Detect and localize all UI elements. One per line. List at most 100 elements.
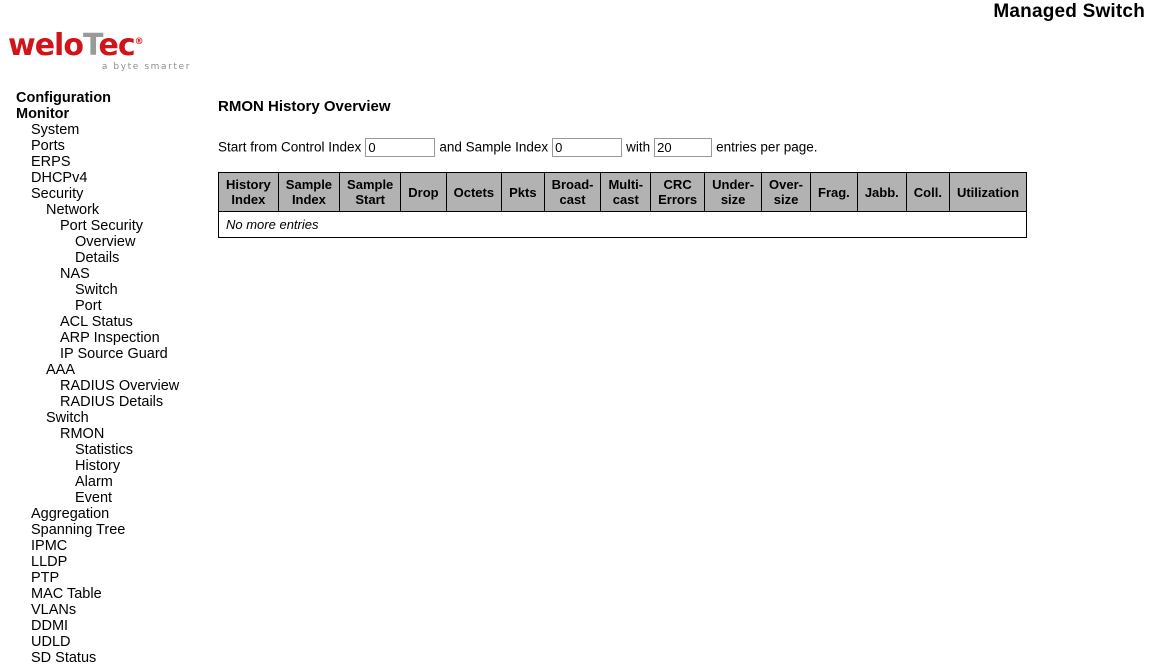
sidebar-item-port[interactable]: Port (0, 298, 197, 314)
column-header-line2: Index (231, 192, 266, 208)
entries-per-page-input[interactable] (654, 137, 713, 157)
column-header-line2: Errors (658, 192, 698, 208)
column-header: Sample Start (339, 172, 402, 213)
sidebar-item-switch[interactable]: Switch (0, 282, 197, 298)
sample-index-input[interactable] (552, 137, 623, 157)
sidebar-item-history[interactable]: History (0, 458, 197, 474)
registered-mark-icon: ® (134, 37, 144, 47)
column-header: Jabb. (856, 172, 907, 213)
sidebar-item-dhcpv4[interactable]: DHCPv4 (0, 170, 197, 186)
sidebar-item-network[interactable]: Network (0, 202, 197, 218)
rmon-history-table: History Index Sample Index Sample Start Drop Oc… (218, 172, 1028, 239)
column-header: Coll. (905, 172, 950, 213)
pagination-controls: Start from Control Index and Sample Index… (218, 136, 1138, 158)
column-header: CRC Errors (650, 172, 706, 213)
column-header: Under-size (704, 172, 763, 213)
column-header-line1: Broad- (551, 177, 594, 193)
table-empty-row: No more entries (219, 212, 1027, 238)
entries-per-page-label: entries per page. (716, 139, 818, 155)
sidebar-item-monitor[interactable]: Monitor (0, 106, 197, 122)
sidebar-item-ptp[interactable]: PTP (0, 570, 197, 586)
column-header-line1: CRC (663, 177, 692, 193)
column-header: Sample Index (277, 172, 341, 213)
sidebar-item-nas[interactable]: NAS (0, 266, 197, 282)
column-header-line1: Jabb. (864, 184, 899, 200)
sidebar-item-udld[interactable]: UDLD (0, 634, 197, 650)
logo-text-part1: wel (8, 28, 64, 63)
table-header: History Index Sample Index Sample Start Drop Oc… (218, 172, 1028, 213)
column-header-line2: Start (355, 192, 385, 208)
logo-text-part3: T (82, 28, 100, 63)
column-header: Frag. (810, 172, 858, 213)
column-header-line2: cast (559, 192, 586, 208)
sidebar-item-rmon[interactable]: RMON (0, 426, 197, 442)
sidebar-item-ddmi[interactable]: DDMI (0, 618, 197, 634)
table-body: No more entries (219, 212, 1027, 238)
logo-wordmark: weloTec® (8, 27, 198, 61)
sidebar-item-alarm[interactable]: Alarm (0, 474, 197, 490)
sidebar-item-radius-details[interactable]: RADIUS Details (0, 394, 197, 410)
sidebar-item-aaa[interactable]: AAA (0, 362, 197, 378)
column-header-line1: Frag. (818, 184, 850, 200)
column-header-line1: Under- (712, 177, 755, 193)
logo-text-part4: ec (98, 28, 135, 63)
sidebar-item-event[interactable]: Event (0, 490, 197, 506)
sidebar-item-security[interactable]: Security (0, 186, 197, 202)
column-header-line2: size (773, 192, 799, 208)
sidebar-item-details[interactable]: Details (0, 250, 197, 266)
column-header-line1: Drop (408, 184, 439, 200)
sidebar-item-acl-status[interactable]: ACL Status (0, 314, 197, 330)
sidebar-item-sd-status[interactable]: SD Status (0, 650, 197, 666)
column-header-line2: cast (612, 192, 639, 208)
sidebar-item-aggregation[interactable]: Aggregation (0, 506, 197, 522)
column-header-line1: Coll. (913, 184, 942, 200)
sidebar-navigation: Configuration Monitor System Ports ERPS DHCPv… (0, 90, 197, 667)
sidebar-item-ip-source-guard[interactable]: IP Source Guard (0, 346, 197, 362)
column-header-line1: Sample (347, 177, 394, 193)
page-title: Managed Switch (993, 1, 1145, 22)
page-root: Managed Switch weloTec® a byte smarter C… (0, 0, 1156, 667)
column-header-line2: size (720, 192, 746, 208)
sidebar-item-port-security[interactable]: Port Security (0, 218, 197, 234)
sidebar-item-configuration[interactable]: Configuration (0, 90, 197, 106)
column-header: Drop (400, 172, 447, 213)
sidebar-item-ipmc[interactable]: IPMC (0, 538, 197, 554)
column-header-line1: Sample (285, 177, 333, 193)
sample-index-label: and Sample Index (439, 139, 549, 155)
control-index-label: Start from Control Index (218, 139, 362, 155)
column-header: Multi-cast (600, 172, 652, 213)
column-header-line1: Over- (769, 177, 804, 193)
sidebar-item-ports[interactable]: Ports (0, 138, 197, 154)
sidebar-item-radius-overview[interactable]: RADIUS Overview (0, 378, 197, 394)
table-header-row: History Index Sample Index Sample Start Drop Oc… (218, 172, 1028, 213)
column-header: Pkts (501, 172, 545, 213)
empty-message: No more entries (226, 216, 319, 232)
sidebar-item-mac-table[interactable]: MAC Table (0, 586, 197, 602)
sidebar-item-erps[interactable]: ERPS (0, 154, 197, 170)
column-header-line1: History (226, 177, 271, 193)
welotec-logo[interactable]: weloTec® a byte smarter (8, 27, 198, 73)
column-header-line1: Octets (453, 184, 495, 200)
column-header: Octets (445, 172, 503, 213)
column-header-line1: Utilization (956, 184, 1020, 200)
sidebar-item-system[interactable]: System (0, 122, 197, 138)
sidebar-item-lldp[interactable]: LLDP (0, 554, 197, 570)
column-header: History Index (218, 172, 279, 213)
column-header-line2: Index (291, 192, 326, 208)
column-header: Utilization (948, 172, 1028, 213)
sidebar-item-statistics[interactable]: Statistics (0, 442, 197, 458)
sidebar-item-switch[interactable]: Switch (0, 410, 197, 426)
column-header: Over-size (761, 172, 812, 213)
logo-tagline: a byte smarter (101, 62, 191, 72)
column-header-line1: Pkts (509, 184, 537, 200)
sidebar-item-arp-inspection[interactable]: ARP Inspection (0, 330, 197, 346)
sidebar-item-spanning-tree[interactable]: Spanning Tree (0, 522, 197, 538)
main-content: RMON History Overview Start from Control… (218, 98, 1138, 239)
with-label: with (626, 139, 651, 155)
logo-text-part2: o (63, 28, 84, 63)
content-title: RMON History Overview (218, 98, 391, 115)
sidebar-item-vlans[interactable]: VLANs (0, 602, 197, 618)
column-header: Broad-cast (543, 172, 602, 213)
control-index-input[interactable] (365, 137, 436, 157)
sidebar-item-overview[interactable]: Overview (0, 234, 197, 250)
